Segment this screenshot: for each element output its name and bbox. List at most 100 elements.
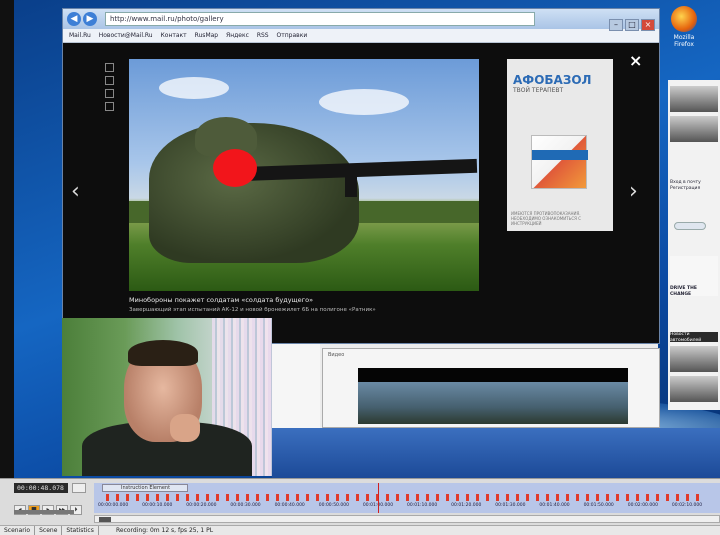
fullscreen-icon[interactable] (105, 102, 114, 111)
bookmark-item[interactable]: RusMap (195, 32, 219, 39)
timeline-event-marker[interactable] (356, 494, 359, 501)
timeline-event-marker[interactable] (326, 494, 329, 501)
timeline-event-marker[interactable] (236, 494, 239, 501)
rc-login-button[interactable] (674, 222, 706, 230)
download-icon[interactable] (105, 89, 114, 98)
next-photo-icon[interactable]: › (629, 179, 638, 204)
timeline-event-marker[interactable] (546, 494, 549, 501)
timeline-event-marker[interactable] (536, 494, 539, 501)
timeline-event-marker[interactable] (556, 494, 559, 501)
timeline-event-marker[interactable] (256, 494, 259, 501)
timeline-event-marker[interactable] (246, 494, 249, 501)
previous-photo-icon[interactable]: ‹ (71, 179, 80, 204)
car-thumbnail[interactable] (670, 346, 718, 372)
timeline-event-marker[interactable] (116, 494, 119, 501)
volume-slider[interactable] (14, 510, 74, 514)
timeline-event-marker[interactable] (426, 494, 429, 501)
advertisement-banner[interactable]: АФОБАЗОЛ ТВОЙ ТЕРАПЕВТ ИМЕЮТСЯ ПРОТИВОПО… (507, 59, 613, 231)
bookmark-item[interactable]: RSS (257, 32, 269, 39)
timeline-event-marker[interactable] (596, 494, 599, 501)
timeline-event-marker[interactable] (186, 494, 189, 501)
timeline-event-marker[interactable] (106, 494, 109, 501)
timeline-event-marker[interactable] (166, 494, 169, 501)
timeline-event-marker[interactable] (296, 494, 299, 501)
inner-video-player[interactable] (358, 368, 628, 424)
timeline-event-marker[interactable] (696, 494, 699, 501)
timeline-event-marker[interactable] (446, 494, 449, 501)
timeline[interactable]: Instruction Element 00:00:00.000 00:00:10… (94, 483, 720, 513)
timeline-event-marker[interactable] (146, 494, 149, 501)
timeline-event-marker[interactable] (306, 494, 309, 501)
bookmark-item[interactable]: Контакт (161, 32, 187, 39)
rc-register-link[interactable]: Регистрация (670, 186, 718, 192)
timeline-event-marker[interactable] (496, 494, 499, 501)
timeline-event-marker[interactable] (336, 494, 339, 501)
timeline-event-marker[interactable] (606, 494, 609, 501)
address-bar[interactable]: http://www.mail.ru/photo/gallery (105, 12, 535, 26)
timeline-event-marker[interactable] (586, 494, 589, 501)
timeline-event-marker[interactable] (386, 494, 389, 501)
timeline-event-marker[interactable] (676, 494, 679, 501)
desktop-icon-firefox[interactable]: Mozilla Firefox (664, 6, 704, 54)
timeline-event-marker[interactable] (516, 494, 519, 501)
timeline-event-marker[interactable] (156, 494, 159, 501)
car-thumbnail[interactable] (670, 86, 718, 112)
lightbox-close-icon[interactable]: × (629, 51, 642, 70)
timeline-event-marker[interactable] (616, 494, 619, 501)
timeline-event-marker[interactable] (626, 494, 629, 501)
forward-arrow-icon[interactable]: ▶ (83, 12, 97, 26)
car-thumbnail[interactable] (670, 116, 718, 142)
timeline-event-marker[interactable] (476, 494, 479, 501)
bookmark-item[interactable]: Отправки (277, 32, 308, 39)
timeline-event-marker[interactable] (206, 494, 209, 501)
maximize-button[interactable]: □ (625, 19, 639, 31)
back-arrow-icon[interactable]: ◀ (67, 12, 81, 26)
timeline-event-marker[interactable] (656, 494, 659, 501)
timeline-tab[interactable]: Instruction Element (102, 484, 188, 492)
timeline-event-marker[interactable] (576, 494, 579, 501)
status-tab-statistics[interactable]: Statistics (62, 526, 99, 535)
minimize-button[interactable]: – (609, 19, 623, 31)
bookmark-item[interactable]: Mail.Ru (69, 32, 91, 39)
zoom-icon[interactable] (105, 76, 114, 85)
timeline-event-marker[interactable] (686, 494, 689, 501)
bookmark-item[interactable]: Яндекс (226, 32, 249, 39)
timeline-event-marker[interactable] (346, 494, 349, 501)
timeline-event-marker[interactable] (226, 494, 229, 501)
timeline-event-marker[interactable] (406, 494, 409, 501)
timeline-event-marker[interactable] (396, 494, 399, 501)
status-tab-scenario[interactable]: Scenario (0, 526, 36, 535)
timeline-event-marker[interactable] (466, 494, 469, 501)
timeline-event-marker[interactable] (276, 494, 279, 501)
car-thumbnail[interactable] (670, 376, 718, 402)
timeline-event-marker[interactable] (266, 494, 269, 501)
timeline-event-marker[interactable] (486, 494, 489, 501)
timeline-event-marker[interactable] (176, 494, 179, 501)
status-tab-scene[interactable]: Scene (35, 526, 63, 535)
timeline-event-marker[interactable] (566, 494, 569, 501)
rc-auto-thumb[interactable] (670, 346, 718, 372)
timeline-playhead[interactable] (378, 483, 379, 513)
timeline-event-marker[interactable] (216, 494, 219, 501)
recorder-settings-button[interactable] (72, 483, 86, 493)
timeline-event-marker[interactable] (666, 494, 669, 501)
rc-ad[interactable]: DRIVE THE CHANGE (670, 256, 718, 297)
timeline-event-marker[interactable] (136, 494, 139, 501)
timeline-scrollbar[interactable] (94, 515, 720, 523)
timeline-event-marker[interactable] (416, 494, 419, 501)
timeline-event-marker[interactable] (366, 494, 369, 501)
timeline-event-marker[interactable] (316, 494, 319, 501)
timeline-event-marker[interactable] (196, 494, 199, 501)
timeline-event-marker[interactable] (126, 494, 129, 501)
timeline-event-marker[interactable] (286, 494, 289, 501)
timeline-event-marker[interactable] (456, 494, 459, 501)
scrollbar-thumb[interactable] (99, 517, 111, 522)
close-window-button[interactable]: × (641, 19, 655, 31)
timeline-event-marker[interactable] (436, 494, 439, 501)
timeline-event-marker[interactable] (526, 494, 529, 501)
share-icon[interactable] (105, 63, 114, 72)
timeline-event-marker[interactable] (506, 494, 509, 501)
timeline-event-marker[interactable] (636, 494, 639, 501)
bookmark-item[interactable]: Новости@Mail.Ru (99, 32, 153, 39)
timeline-event-marker[interactable] (646, 494, 649, 501)
